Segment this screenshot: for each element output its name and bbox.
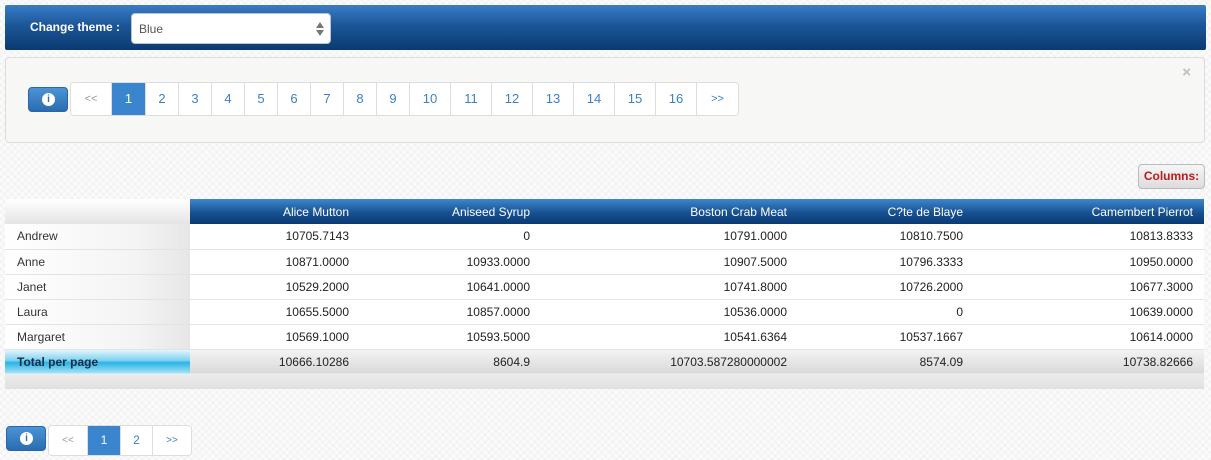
info-button[interactable]: i [28, 87, 68, 112]
header-row: Alice Mutton Aniseed Syrup Boston Crab M… [5, 199, 1204, 224]
total-cell: 8604.9 [360, 349, 541, 374]
pager-page-11[interactable]: 11 [451, 83, 492, 115]
pager-page-2[interactable]: 2 [146, 83, 179, 115]
table-cell: 10593.5000 [360, 324, 541, 350]
row-header: Anne [5, 249, 190, 275]
top-pagination: << 1 2 3 4 5 6 7 8 9 10 11 12 13 14 15 1… [70, 82, 739, 116]
table-cell: 10655.5000 [190, 299, 360, 325]
table-row: Anne 10871.0000 10933.0000 10907.5000 10… [5, 249, 1204, 275]
bottom-pager-prev-button[interactable]: << [49, 426, 88, 455]
pager-page-15[interactable]: 15 [615, 83, 656, 115]
row-header: Margaret [5, 324, 190, 350]
table-cell: 10536.0000 [541, 299, 798, 325]
pager-page-3[interactable]: 3 [179, 83, 212, 115]
table-cell: 10933.0000 [360, 249, 541, 275]
table-cell: 10537.1667 [798, 324, 974, 350]
column-header[interactable]: C?te de Blaye [798, 199, 974, 224]
theme-select-value: Blue [139, 22, 164, 36]
row-header: Janet [5, 274, 190, 300]
pager-page-13[interactable]: 13 [533, 83, 574, 115]
pager-next-button[interactable]: >> [697, 83, 738, 115]
pivot-grid: Alice Mutton Aniseed Syrup Boston Crab M… [5, 199, 1204, 389]
column-header[interactable]: Boston Crab Meat [541, 199, 798, 224]
table-cell: 10705.7143 [190, 224, 360, 250]
table-cell: 10907.5000 [541, 249, 798, 275]
total-cell: 10738.82666 [974, 349, 1204, 374]
bottom-info-button[interactable]: i [6, 426, 46, 451]
theme-bar: Change theme : Blue [5, 5, 1206, 50]
table-cell: 10950.0000 [974, 249, 1204, 275]
table-cell: 10641.0000 [360, 274, 541, 300]
pager-page-9[interactable]: 9 [377, 83, 410, 115]
column-header[interactable]: Alice Mutton [190, 199, 360, 224]
close-icon[interactable]: × [1182, 64, 1191, 81]
info-icon: i [20, 432, 33, 445]
table-cell: 10639.0000 [974, 299, 1204, 325]
table-cell: 10614.0000 [974, 324, 1204, 350]
table-row: Janet 10529.2000 10641.0000 10741.8000 1… [5, 274, 1204, 300]
table-cell: 10857.0000 [360, 299, 541, 325]
row-header: Andrew [5, 224, 190, 250]
table-cell: 0 [360, 224, 541, 250]
corner-cell [5, 199, 190, 224]
table-cell: 10741.8000 [541, 274, 798, 300]
bottom-pager-page-1[interactable]: 1 [88, 426, 121, 455]
pager-page-6[interactable]: 6 [278, 83, 311, 115]
total-cell: 10666.10286 [190, 349, 360, 374]
row-header: Laura [5, 299, 190, 325]
pager-page-10[interactable]: 10 [410, 83, 451, 115]
pager-page-8[interactable]: 8 [344, 83, 377, 115]
pager-page-1[interactable]: 1 [112, 83, 146, 115]
table-cell: 10813.8333 [974, 224, 1204, 250]
total-row: Total per page 10666.10286 8604.9 10703.… [5, 349, 1204, 374]
pager-page-12[interactable]: 12 [492, 83, 533, 115]
table-cell: 10726.2000 [798, 274, 974, 300]
column-header[interactable]: Aniseed Syrup [360, 199, 541, 224]
table-cell: 10871.0000 [190, 249, 360, 275]
info-icon: i [42, 93, 55, 106]
table-cell: 10569.1000 [190, 324, 360, 350]
table-cell: 10796.3333 [798, 249, 974, 275]
table-cell: 10791.0000 [541, 224, 798, 250]
pager-page-14[interactable]: 14 [574, 83, 615, 115]
grid-footer [5, 374, 1204, 389]
table-cell: 10529.2000 [190, 274, 360, 300]
total-cell: 8574.09 [798, 349, 974, 374]
theme-select[interactable]: Blue [131, 13, 331, 44]
column-header[interactable]: Camembert Pierrot [974, 199, 1204, 224]
table-row: Margaret 10569.1000 10593.5000 10541.636… [5, 324, 1204, 350]
table-row: Andrew 10705.7143 0 10791.0000 10810.750… [5, 224, 1204, 250]
bottom-pagination: << 1 2 >> [48, 425, 192, 456]
change-theme-label: Change theme : [30, 20, 121, 34]
table-cell: 10541.6364 [541, 324, 798, 350]
bottom-pager-page-2[interactable]: 2 [121, 426, 153, 455]
pager-panel: × i << 1 2 3 4 5 6 7 8 9 10 11 12 13 14 … [5, 57, 1205, 143]
table-cell: 10677.3000 [974, 274, 1204, 300]
total-row-header: Total per page [5, 349, 190, 374]
pager-page-7[interactable]: 7 [311, 83, 344, 115]
bottom-pager-next-button[interactable]: >> [153, 426, 191, 455]
pager-page-4[interactable]: 4 [212, 83, 245, 115]
total-cell: 10703.587280000002 [541, 349, 798, 374]
table-row: Laura 10655.5000 10857.0000 10536.0000 0… [5, 299, 1204, 325]
table-cell: 10810.7500 [798, 224, 974, 250]
pager-page-16[interactable]: 16 [656, 83, 697, 115]
select-arrows-icon [316, 21, 324, 37]
columns-button[interactable]: Columns: [1138, 164, 1205, 189]
pager-page-5[interactable]: 5 [245, 83, 278, 115]
table-cell: 0 [798, 299, 974, 325]
pager-prev-button[interactable]: << [71, 83, 112, 115]
